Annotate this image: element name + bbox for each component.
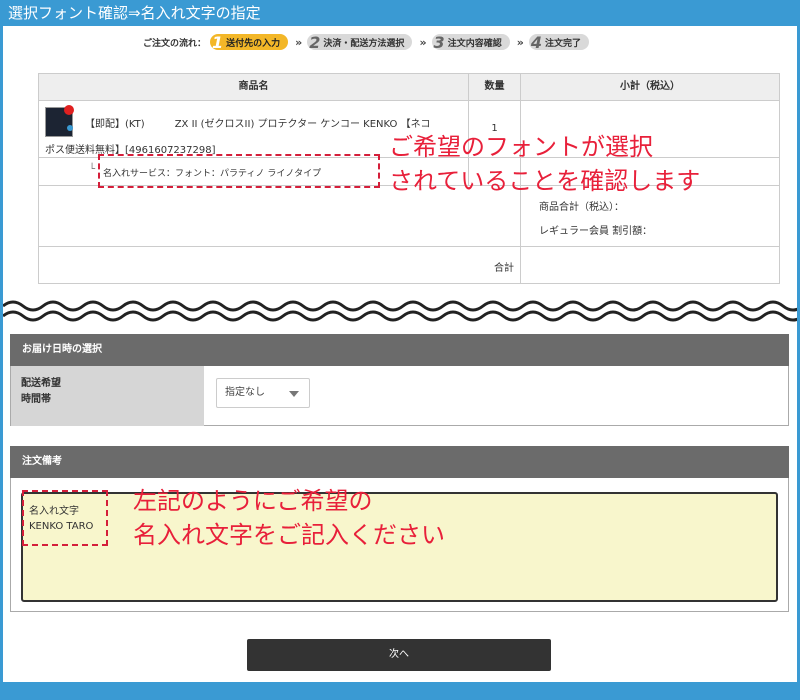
- content-panel: ご注文の流れ： 1 送付先の入力 » 2 決済・配送方法選択 » 3 注文内容確…: [3, 26, 797, 682]
- delivery-time-label-line2: 時間帯: [21, 394, 51, 405]
- screenshot-frame: 選択フォント確認⇒名入れ文字の指定 ご注文の流れ： 1 送付先の入力 » 2 決…: [0, 0, 800, 700]
- chevron-down-icon: [289, 391, 299, 397]
- notes-section-header: 注文備考: [10, 446, 789, 478]
- delivery-time-select[interactable]: 指定なし: [216, 378, 310, 408]
- delivery-section: 配送希望 時間帯 指定なし: [10, 366, 789, 426]
- option-prefix: └: [89, 164, 96, 175]
- delivery-section-header: お届け日時の選択: [10, 334, 789, 366]
- step-number: 3: [433, 32, 445, 52]
- step-label: 決済・配送方法選択: [323, 38, 405, 49]
- chevron-right-icon: »: [419, 35, 427, 49]
- font-highlight-box: [98, 154, 380, 188]
- delivery-time-label: 配送希望 時間帯: [11, 366, 204, 426]
- step-number: 1: [212, 32, 224, 52]
- memo-highlight-box: [22, 490, 108, 546]
- flow-step-1: 1 送付先の入力: [210, 32, 289, 52]
- flow-step-3: 3 注文内容確認: [431, 32, 510, 52]
- flow-step-4: 4 注文完了: [528, 32, 589, 52]
- subtotal-label: 商品合計（税込）：: [539, 202, 624, 213]
- delivery-time-value: 指定なし: [225, 387, 265, 398]
- step-label: 注文内容確認: [447, 38, 502, 49]
- font-annotation-line2: されていることを確認します: [389, 167, 701, 195]
- step-label: 注文完了: [544, 38, 581, 49]
- delivery-time-label-line1: 配送希望: [21, 378, 61, 389]
- step-label: 送付先の入力: [226, 38, 281, 49]
- memo-annotation-line2: 名入れ文字をご記入ください: [133, 521, 445, 549]
- flow-step-2: 2 決済・配送方法選択: [307, 32, 413, 52]
- flow-label: ご注文の流れ：: [143, 38, 207, 49]
- header-quantity: 数量: [469, 74, 521, 100]
- total-value-cell: [521, 247, 779, 283]
- total-row: 合計: [39, 247, 779, 283]
- header-subtotal: 小計（税込）: [521, 74, 779, 100]
- page-title: 選択フォント確認⇒名入れ文字の指定: [0, 0, 800, 26]
- dot-icon: [67, 125, 73, 131]
- order-flow: ご注文の流れ： 1 送付先の入力 » 2 決済・配送方法選択 » 3 注文内容確…: [143, 32, 591, 52]
- wave-divider: [3, 296, 797, 326]
- header-product-name: 商品名: [39, 74, 469, 100]
- total-label: 合計: [39, 247, 521, 283]
- step-number: 4: [530, 32, 542, 52]
- chevron-right-icon: »: [516, 35, 524, 49]
- badge-icon: [64, 105, 74, 115]
- memo-annotation-line1: 左記のようにご希望の: [133, 487, 373, 515]
- chevron-right-icon: »: [295, 35, 303, 49]
- step-number: 2: [309, 32, 321, 52]
- product-name-line1[interactable]: 【即配】(KT) ZX II (ゼクロスII) プロテクター ケンコー KENK…: [85, 115, 430, 130]
- table-header-row: 商品名 数量 小計（税込）: [39, 74, 779, 101]
- font-annotation-line1: ご希望のフォントが選択: [389, 133, 653, 161]
- next-button[interactable]: 次へ: [247, 639, 551, 671]
- discount-label: レギュラー会員 割引額：: [539, 226, 653, 237]
